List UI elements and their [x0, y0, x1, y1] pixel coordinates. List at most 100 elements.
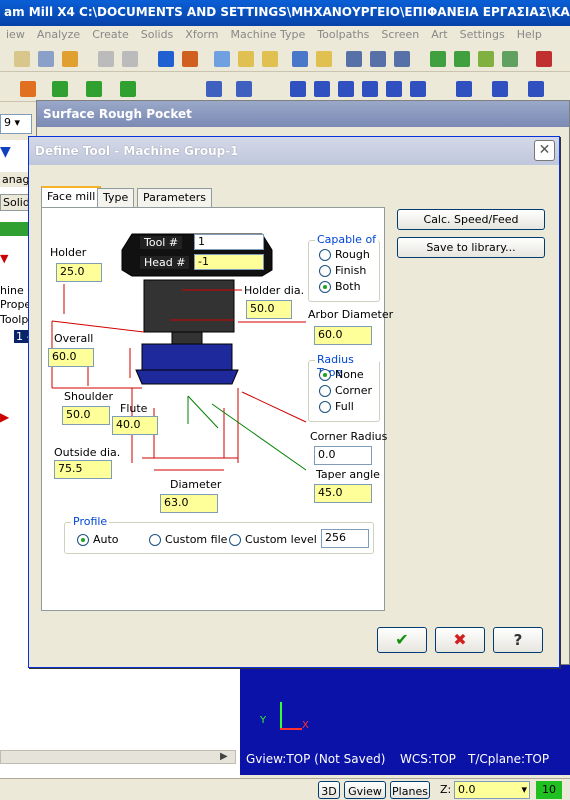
- custom-file-radio[interactable]: [149, 534, 161, 546]
- undo-icon[interactable]: [98, 51, 114, 67]
- menu-solids[interactable]: Solids: [135, 26, 180, 44]
- repaint-icon[interactable]: [182, 51, 198, 67]
- toolpath-2-icon[interactable]: [314, 81, 330, 97]
- graphics-viewport[interactable]: Y X Gview:TOP (Not Saved) WCS:TOP T/Cpla…: [240, 660, 570, 775]
- menu-xform[interactable]: Xform: [179, 26, 224, 44]
- tab-type[interactable]: Type: [97, 188, 135, 207]
- arbor-diameter-field[interactable]: 60.0: [314, 326, 372, 345]
- toolpath-7-icon[interactable]: [456, 81, 472, 97]
- define-tool-dialog: Define Tool - Machine Group-1 ✕ Face mil…: [28, 136, 560, 668]
- finish-label: Finish: [335, 264, 367, 277]
- scroll-right-icon[interactable]: ▶: [220, 751, 228, 762]
- full-radio[interactable]: [319, 401, 331, 413]
- fit-icon[interactable]: [316, 51, 332, 67]
- toolpath-5-icon[interactable]: [386, 81, 402, 97]
- menu-machine-type[interactable]: Machine Type: [224, 26, 311, 44]
- auto-radio[interactable]: [77, 534, 89, 546]
- toolpath-8-icon[interactable]: [492, 81, 508, 97]
- zoom-out-icon[interactable]: [262, 51, 278, 67]
- xform-icon[interactable]: [236, 81, 252, 97]
- ok-button[interactable]: ✔: [377, 627, 427, 653]
- open-icon[interactable]: [14, 51, 30, 67]
- menu-screen[interactable]: Screen: [375, 26, 425, 44]
- menu-view[interactable]: iew: [0, 26, 31, 44]
- red-triangle-icon[interactable]: ▼: [0, 252, 30, 265]
- arc-icon[interactable]: [86, 81, 102, 97]
- toolpath-3-icon[interactable]: [338, 81, 354, 97]
- zoom-in-icon[interactable]: [238, 51, 254, 67]
- menu-create[interactable]: Create: [86, 26, 135, 44]
- close-icon[interactable]: ✕: [534, 140, 555, 161]
- menu-settings[interactable]: Settings: [454, 26, 511, 44]
- none-radio[interactable]: [319, 369, 331, 381]
- arrow-down-icon[interactable]: ▼: [0, 144, 30, 160]
- holder-label: Holder: [50, 246, 87, 259]
- planes-button[interactable]: Planes: [390, 781, 430, 799]
- toolpath-1-icon[interactable]: [290, 81, 306, 97]
- pan-icon[interactable]: [158, 51, 174, 67]
- line-icon[interactable]: [52, 81, 68, 97]
- tab-parameters[interactable]: Parameters: [137, 188, 212, 207]
- finish-radio[interactable]: [319, 265, 331, 277]
- menu-help[interactable]: Help: [511, 26, 548, 44]
- corner-label: Corner: [335, 384, 373, 397]
- cube-iso-icon[interactable]: [502, 51, 518, 67]
- taper-angle-field[interactable]: 45.0: [314, 484, 372, 503]
- level-select[interactable]: 9 ▾: [0, 114, 32, 134]
- arbor-diameter-label: Arbor Diameter: [308, 308, 394, 321]
- face-mill-panel: Tool # 1 Head # -1 Holder 25.0 Holder di…: [41, 207, 393, 611]
- rough-radio[interactable]: [319, 249, 331, 261]
- hidden-icon[interactable]: [370, 51, 386, 67]
- corner-radius-field[interactable]: 0.0: [314, 446, 372, 465]
- full-label: Full: [335, 400, 354, 413]
- gview-button[interactable]: Gview: [344, 781, 386, 799]
- horizontal-scrollbar[interactable]: [0, 750, 236, 764]
- calc-speed-feed-button[interactable]: Calc. Speed/Feed: [397, 209, 545, 230]
- holder-dia-field[interactable]: 50.0: [246, 300, 292, 319]
- unzoom-icon[interactable]: [292, 51, 308, 67]
- flute-field[interactable]: 40.0: [112, 416, 158, 435]
- shoulder-field[interactable]: 50.0: [62, 406, 110, 425]
- corner-radio[interactable]: [319, 385, 331, 397]
- cube-front-icon[interactable]: [430, 51, 446, 67]
- diameter-label: Diameter: [170, 478, 222, 491]
- overall-field[interactable]: 60.0: [48, 348, 94, 367]
- outside-dia-field[interactable]: 75.5: [54, 460, 112, 479]
- pin-icon[interactable]: [62, 51, 78, 67]
- tab-face-mill[interactable]: Face mill: [41, 186, 102, 208]
- holder-field[interactable]: 25.0: [56, 263, 102, 282]
- tool-num-field[interactable]: 1: [194, 234, 264, 250]
- help-button[interactable]: ?: [493, 627, 543, 653]
- mode-3d-button[interactable]: 3D: [318, 781, 340, 799]
- curve-icon[interactable]: [120, 81, 136, 97]
- menu-toolpaths[interactable]: Toolpaths: [311, 26, 375, 44]
- red-arrow-icon[interactable]: ▶: [0, 410, 9, 424]
- wireframe-icon[interactable]: [346, 51, 362, 67]
- cube-side-icon[interactable]: [478, 51, 494, 67]
- menu-analyze[interactable]: Analyze: [31, 26, 86, 44]
- z-depth-field[interactable]: 0.0 ▾: [454, 781, 530, 799]
- cube-red-icon[interactable]: [536, 51, 552, 67]
- redo-icon[interactable]: [122, 51, 138, 67]
- menu-art[interactable]: Art: [425, 26, 453, 44]
- cube-top-icon[interactable]: [454, 51, 470, 67]
- point-icon[interactable]: [20, 81, 36, 97]
- profile-title: Profile: [71, 515, 110, 528]
- level-indicator[interactable]: 10: [536, 781, 562, 799]
- toolpath-6-icon[interactable]: [410, 81, 426, 97]
- rough-label: Rough: [335, 248, 370, 261]
- cancel-button[interactable]: ✖: [435, 627, 485, 653]
- head-num-field[interactable]: -1: [194, 254, 264, 270]
- zoom-window-icon[interactable]: [214, 51, 230, 67]
- toolpath-4-icon[interactable]: [362, 81, 378, 97]
- save-to-library-button[interactable]: Save to library...: [397, 237, 545, 258]
- print-icon[interactable]: [38, 51, 54, 67]
- custom-level-field[interactable]: 256: [321, 529, 369, 548]
- both-radio[interactable]: [319, 281, 331, 293]
- select-all-icon[interactable]: [0, 222, 30, 236]
- trim-icon[interactable]: [206, 81, 222, 97]
- diameter-field[interactable]: 63.0: [160, 494, 218, 513]
- shade-icon[interactable]: [394, 51, 410, 67]
- toolpath-9-icon[interactable]: [528, 81, 544, 97]
- custom-level-radio[interactable]: [229, 534, 241, 546]
